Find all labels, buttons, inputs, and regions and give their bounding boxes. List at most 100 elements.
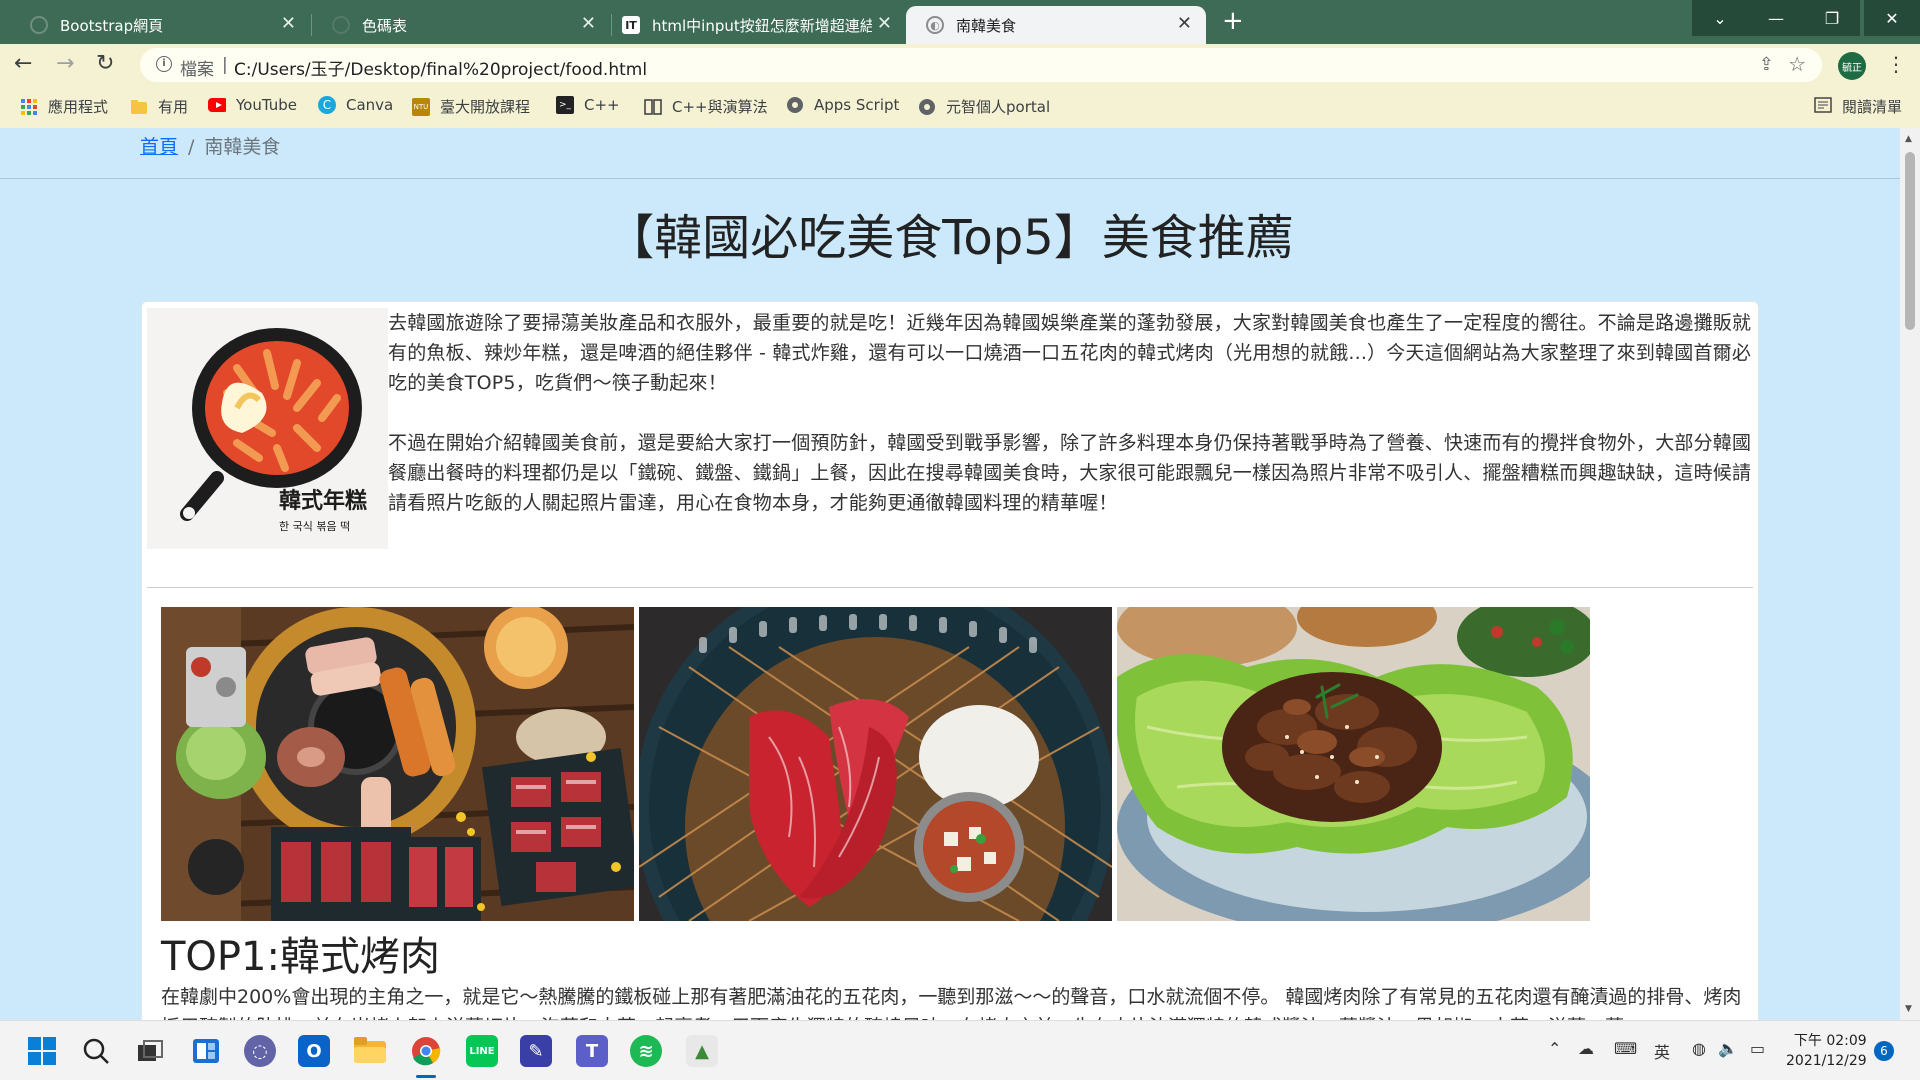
- outlook-icon[interactable]: O: [298, 1035, 330, 1067]
- bookmark-label: C++與演算法: [672, 98, 768, 116]
- keyboard-icon[interactable]: ⌨: [1614, 1039, 1637, 1058]
- input-language-indicator[interactable]: 英: [1654, 1039, 1670, 1063]
- start-windows-icon[interactable]: [26, 1035, 58, 1067]
- circle-favicon-icon: [30, 16, 48, 34]
- bookmark-label: 有用: [158, 98, 189, 116]
- bookmark-yzu-portal[interactable]: 元智個人portal: [918, 96, 1050, 117]
- network-globe-icon[interactable]: ◍: [1692, 1039, 1706, 1058]
- bookmark-label: 元智個人portal: [946, 98, 1051, 116]
- image-viewer-icon[interactable]: ▲: [686, 1035, 718, 1067]
- globe-favicon-icon: ◐: [926, 16, 944, 34]
- breadcrumb-separator: /: [188, 136, 195, 158]
- cloud-sync-icon[interactable]: ☁: [1578, 1039, 1594, 1058]
- bookmark-youtube[interactable]: YouTube: [208, 96, 297, 114]
- scroll-up-arrow-icon[interactable]: ▲: [1905, 134, 1912, 144]
- intro-paragraph: 去韓國旅遊除了要掃蕩美妝產品和衣服外，最重要的就是吃！近幾年因為韓國娛樂產業的蓬…: [388, 312, 1752, 394]
- back-arrow-icon[interactable]: ←: [14, 52, 32, 76]
- bookmark-useful[interactable]: 有用: [130, 96, 188, 117]
- folder-icon: [130, 98, 148, 116]
- task-view-icon[interactable]: [134, 1035, 166, 1067]
- close-icon[interactable]: ✕: [1177, 15, 1192, 33]
- search-icon[interactable]: [80, 1035, 112, 1067]
- bookmark-label: C++: [584, 96, 620, 114]
- canva-icon: C: [318, 96, 336, 114]
- address-bar[interactable]: i 檔案 | C:/Users/玉子/Desktop/final%20proje…: [140, 48, 1822, 82]
- intro-text: 去韓國旅遊除了要掃蕩美妝產品和衣服外，最重要的就是吃！近幾年因為韓國娛樂產業的蓬…: [388, 308, 1752, 518]
- battery-icon[interactable]: ▭: [1750, 1039, 1765, 1058]
- bbq-spread-photo: [161, 607, 634, 921]
- bookmark-cpp[interactable]: >_ C++: [556, 96, 620, 114]
- minimize-button[interactable]: —: [1748, 0, 1804, 36]
- reading-list-icon: [1814, 96, 1832, 117]
- bookmark-label: Apps Script: [814, 96, 900, 114]
- close-icon[interactable]: ✕: [581, 15, 596, 33]
- share-icon[interactable]: ⇪: [1759, 54, 1774, 75]
- marbled-beef-grill-photo: [639, 607, 1112, 921]
- ntu-ocw-icon: NTU: [412, 97, 430, 116]
- illustration-subcaption: 한 국식 볶음 떡: [279, 520, 350, 533]
- content-card: 韓式年糕 한 국식 볶음 떡 去韓國旅遊除了要掃蕩美妝產品和衣服外，最重要的就是…: [141, 301, 1759, 1020]
- breadcrumb-current: 南韓美食: [204, 136, 281, 158]
- browser-toolbar: ← → ↻ i 檔案 | C:/Users/玉子/Desktop/final%2…: [0, 44, 1920, 86]
- forward-arrow-icon[interactable]: →: [56, 52, 74, 76]
- breadcrumb-home-link[interactable]: 首頁: [140, 136, 178, 158]
- scheme-label: 檔案: [180, 60, 214, 80]
- system-clock[interactable]: 下午 02:09 2021/12/29: [1786, 1031, 1867, 1071]
- page-title: 【韓國必吃美食Top5】美食推薦: [606, 210, 1294, 266]
- page-scrollbar[interactable]: ▲ ▼: [1900, 128, 1920, 1020]
- url-text[interactable]: C:/Users/玉子/Desktop/final%20project/food…: [234, 55, 647, 80]
- clock-date: 2021/12/29: [1786, 1053, 1867, 1069]
- tab-strip: Bootstrap網頁 ✕ 色碼表 ✕ IT html中input按鈕怎麼新增超…: [0, 0, 1920, 44]
- volume-icon[interactable]: 🔈: [1718, 1039, 1738, 1058]
- scheme-divider: |: [222, 55, 228, 75]
- line-app-icon[interactable]: LINE: [466, 1035, 498, 1067]
- info-icon[interactable]: i: [156, 56, 172, 72]
- bookmark-apps[interactable]: 應用程式: [20, 96, 108, 117]
- menu-kebab-icon[interactable]: ⋮: [1886, 52, 1906, 76]
- chrome-icon[interactable]: [410, 1035, 442, 1067]
- scroll-down-arrow-icon[interactable]: ▼: [1905, 1004, 1912, 1014]
- tab-bootstrap[interactable]: Bootstrap網頁 ✕: [10, 6, 310, 44]
- notification-badge[interactable]: 6: [1874, 1041, 1894, 1061]
- bookmark-star-icon[interactable]: ☆: [1788, 52, 1806, 76]
- tray-overflow-chevron-icon[interactable]: ⌃: [1548, 1039, 1561, 1058]
- breadcrumb-divider: [0, 178, 1900, 179]
- apps-grid-icon: [20, 98, 38, 116]
- spotify-icon[interactable]: ≋: [630, 1035, 662, 1067]
- bookmark-canva[interactable]: C Canva: [318, 96, 393, 114]
- tab-search-button[interactable]: ⌄: [1692, 0, 1748, 36]
- illustration-caption: 韓式年糕: [279, 488, 367, 514]
- profile-avatar[interactable]: 毓正: [1838, 52, 1866, 80]
- it-favicon-icon: IT: [622, 16, 640, 34]
- book-icon: [644, 98, 662, 116]
- scrollbar-thumb[interactable]: [1905, 152, 1915, 330]
- bookmark-cpp-algorithms[interactable]: C++與演算法: [644, 96, 768, 117]
- circle-favicon-icon: [332, 16, 350, 34]
- close-window-button[interactable]: ✕: [1864, 0, 1920, 36]
- close-icon[interactable]: ✕: [877, 15, 892, 33]
- close-icon[interactable]: ✕: [281, 15, 296, 33]
- reading-list-button[interactable]: 閱讀清單: [1814, 96, 1902, 117]
- restore-button[interactable]: ❐: [1804, 0, 1860, 36]
- teams-icon[interactable]: T: [576, 1035, 608, 1067]
- tab-html-input[interactable]: IT html中input按鈕怎麼新增超連結 ✕: [612, 6, 906, 44]
- clock-time: 下午 02:09: [1793, 1033, 1867, 1049]
- tab-korean-food[interactable]: ◐ 南韓美食 ✕: [906, 6, 1206, 44]
- teams-chat-icon[interactable]: ◌: [244, 1035, 276, 1067]
- bookmark-ntu-ocw[interactable]: NTU 臺大開放課程: [412, 96, 530, 117]
- reading-list-label: 閱讀清單: [1841, 98, 1902, 116]
- bulgogi-lettuce-photo: [1117, 607, 1590, 921]
- breadcrumb: 首頁 / 南韓美食: [140, 132, 280, 159]
- windows-taskbar: ◌ O LINE ✎ T ≋ ▲ ⌃ ☁ ⌨ 英 ◍ 🔈 ▭ 下午 02:09 …: [0, 1020, 1920, 1080]
- widgets-icon[interactable]: [190, 1035, 222, 1067]
- bookmark-apps-script[interactable]: Apps Script: [786, 96, 899, 114]
- file-explorer-icon[interactable]: [354, 1035, 386, 1067]
- active-app-indicator: [416, 1075, 436, 1078]
- bbq-photo-gallery: [161, 607, 1595, 921]
- section-heading-top1: TOP1:韓式烤肉: [161, 934, 440, 980]
- new-tab-button[interactable]: +: [1222, 8, 1244, 34]
- intro-paragraph: 不過在開始介紹韓國美食前，還是要給大家打一個預防針，韓國受到戰爭影響，除了許多料…: [388, 432, 1752, 514]
- pen-app-icon[interactable]: ✎: [520, 1035, 552, 1067]
- reload-icon[interactable]: ↻: [96, 52, 114, 76]
- tab-color-table[interactable]: 色碼表 ✕: [312, 6, 610, 44]
